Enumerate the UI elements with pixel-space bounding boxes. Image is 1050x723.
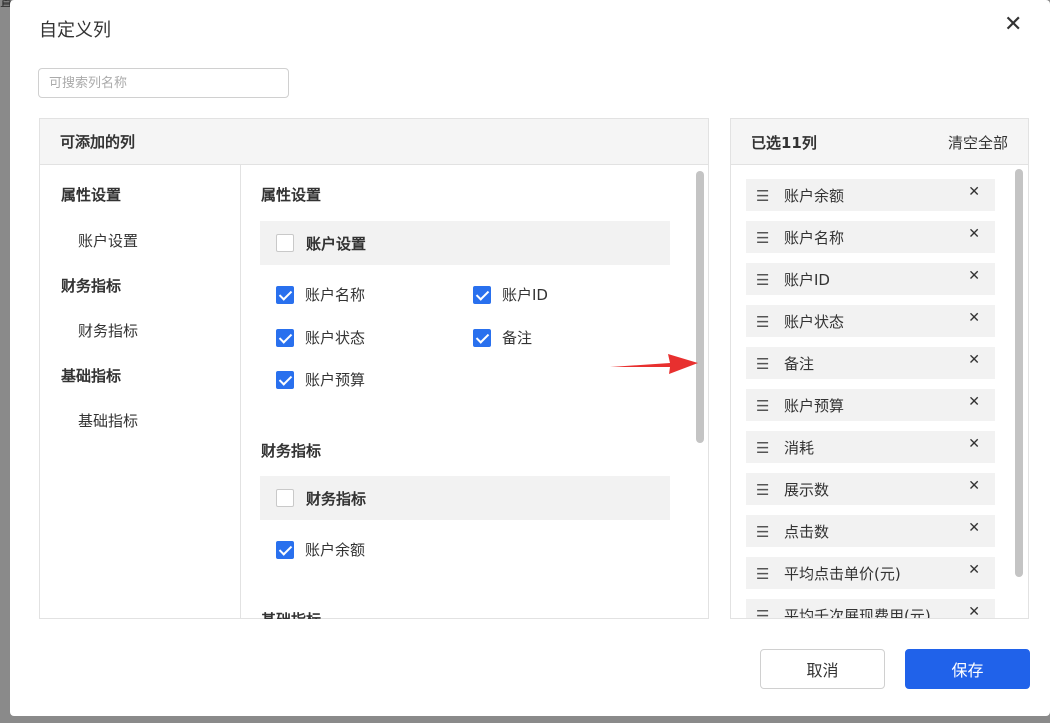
checkbox-checked[interactable] [276, 370, 294, 389]
clear-all-button[interactable]: 清空全部 [948, 132, 1008, 153]
drag-handle-icon[interactable]: ☰ [756, 187, 769, 205]
selected-item-label: 展示数 [784, 481, 830, 499]
column-option[interactable]: 备注 [473, 327, 532, 348]
selected-item[interactable]: ☰ 平均点击单价(元) ✕ [746, 557, 995, 589]
group-checkbox-finance[interactable] [276, 489, 294, 507]
selected-count: 已选11列 [751, 134, 817, 152]
selected-item[interactable]: ☰ 账户余额 ✕ [746, 179, 995, 211]
column-option[interactable]: 账户ID [473, 284, 548, 305]
save-button[interactable]: 保存 [905, 649, 1030, 689]
nav-item-account-settings[interactable]: 账户设置 [78, 230, 138, 251]
selected-columns-panel: 已选11列 清空全部 ☰ 账户余额 ✕ ☰ 账户名称 ✕ ☰ 账户ID ✕ ☰ 账户状态 ✕ ☰… [730, 118, 1029, 619]
group-finance[interactable]: 财务指标 [260, 476, 670, 520]
selected-item-label: 消耗 [784, 439, 815, 457]
selected-item[interactable]: ☰ 账户预算 ✕ [746, 389, 995, 421]
section-title-basic: 基础指标 [261, 609, 321, 619]
drag-handle-icon[interactable]: ☰ [756, 355, 769, 373]
remove-icon[interactable]: ✕ [968, 352, 980, 368]
checkbox-checked[interactable] [473, 328, 491, 347]
nav-item-finance[interactable]: 财务指标 [78, 320, 138, 341]
drag-handle-icon[interactable]: ☰ [756, 607, 769, 618]
right-scrollbar[interactable] [1015, 169, 1023, 577]
selected-item[interactable]: ☰ 账户状态 ✕ [746, 305, 995, 337]
drag-handle-icon[interactable]: ☰ [756, 523, 769, 541]
column-option[interactable]: 账户状态 [276, 327, 365, 348]
nav-item-basic[interactable]: 基础指标 [78, 410, 138, 431]
section-title-finance: 财务指标 [261, 442, 322, 460]
cancel-button[interactable]: 取消 [760, 649, 885, 689]
selected-item[interactable]: ☰ 账户名称 ✕ [746, 221, 995, 253]
nav-group-finance[interactable]: 财务指标 [61, 275, 121, 296]
dialog-title: 自定义列 [39, 20, 111, 41]
remove-icon[interactable]: ✕ [968, 520, 980, 536]
remove-icon[interactable]: ✕ [968, 226, 980, 242]
column-option[interactable]: 账户余额 [276, 539, 365, 560]
remove-icon[interactable]: ✕ [968, 436, 980, 452]
column-option-label: 备注 [502, 329, 533, 347]
group-account-settings[interactable]: 账户设置 [260, 221, 670, 265]
selected-item-label: 备注 [784, 355, 815, 373]
column-option-label: 账户余额 [305, 541, 366, 559]
drag-handle-icon[interactable]: ☰ [756, 481, 769, 499]
selected-item[interactable]: ☰ 点击数 ✕ [746, 515, 995, 547]
selected-item[interactable]: ☰ 备注 ✕ [746, 347, 995, 379]
column-option-label: 账户状态 [305, 329, 366, 347]
column-option-label: 账户名称 [305, 286, 366, 304]
remove-icon[interactable]: ✕ [968, 394, 980, 410]
selected-item[interactable]: ☰ 消耗 ✕ [746, 431, 995, 463]
remove-icon[interactable]: ✕ [968, 562, 980, 578]
selected-item-label: 账户名称 [784, 229, 845, 247]
remove-icon[interactable]: ✕ [968, 604, 980, 618]
remove-icon[interactable]: ✕ [968, 268, 980, 284]
selected-item-label: 账户余额 [784, 187, 845, 205]
group-label: 账户设置 [306, 235, 367, 253]
checkbox-checked[interactable] [276, 328, 294, 347]
selected-item-label: 平均千次展现费用(元) [784, 607, 931, 619]
column-option[interactable]: 账户名称 [276, 284, 365, 305]
red-arrow-icon [610, 354, 698, 374]
drag-handle-icon[interactable]: ☰ [756, 565, 769, 583]
selected-item[interactable]: ☰ 账户ID ✕ [746, 263, 995, 295]
selected-item-label: 账户ID [784, 271, 830, 289]
selected-item-label: 平均点击单价(元) [784, 565, 901, 583]
drag-handle-icon[interactable]: ☰ [756, 397, 769, 415]
custom-columns-dialog: 自定义列 ✕ 可添加的列 属性设置 账户设置 财务指标 财务指标 基础指标 基础… [10, 0, 1050, 716]
drag-handle-icon[interactable]: ☰ [756, 313, 769, 331]
selected-item[interactable]: ☰ 平均千次展现费用(元) ✕ [746, 599, 995, 619]
drag-handle-icon[interactable]: ☰ [756, 439, 769, 457]
section-title-attributes: 属性设置 [261, 186, 322, 204]
available-columns-header: 可添加的列 [40, 119, 708, 165]
nav-group-basic[interactable]: 基础指标 [61, 365, 121, 386]
drag-handle-icon[interactable]: ☰ [756, 229, 769, 247]
selected-item-label: 账户状态 [784, 313, 845, 331]
category-nav: 属性设置 账户设置 财务指标 财务指标 基础指标 基础指标 [40, 165, 241, 619]
selected-item-label: 点击数 [784, 523, 830, 541]
column-option-label: 账户ID [502, 286, 548, 304]
remove-icon[interactable]: ✕ [968, 184, 980, 200]
columns-content: 属性设置 账户设置 账户名称 账户ID 账户状态 备注 账户预算 财务指标 财务… [242, 165, 708, 619]
selected-item[interactable]: ☰ 展示数 ✕ [746, 473, 995, 505]
checkbox-checked[interactable] [473, 285, 491, 304]
group-label: 财务指标 [306, 490, 367, 508]
search-input[interactable] [38, 68, 289, 98]
column-option-label: 账户预算 [305, 371, 366, 389]
nav-group-attributes[interactable]: 属性设置 [61, 184, 121, 205]
close-icon[interactable]: ✕ [1004, 14, 1022, 36]
checkbox-checked[interactable] [276, 285, 294, 304]
remove-icon[interactable]: ✕ [968, 310, 980, 326]
left-scrollbar[interactable] [696, 171, 704, 443]
column-option[interactable]: 账户预算 [276, 369, 365, 390]
selected-item-label: 账户预算 [784, 397, 845, 415]
drag-handle-icon[interactable]: ☰ [756, 271, 769, 289]
selected-columns-header: 已选11列 清空全部 [731, 119, 1028, 165]
remove-icon[interactable]: ✕ [968, 478, 980, 494]
group-checkbox-account-settings[interactable] [276, 234, 294, 252]
checkbox-checked[interactable] [276, 540, 294, 559]
